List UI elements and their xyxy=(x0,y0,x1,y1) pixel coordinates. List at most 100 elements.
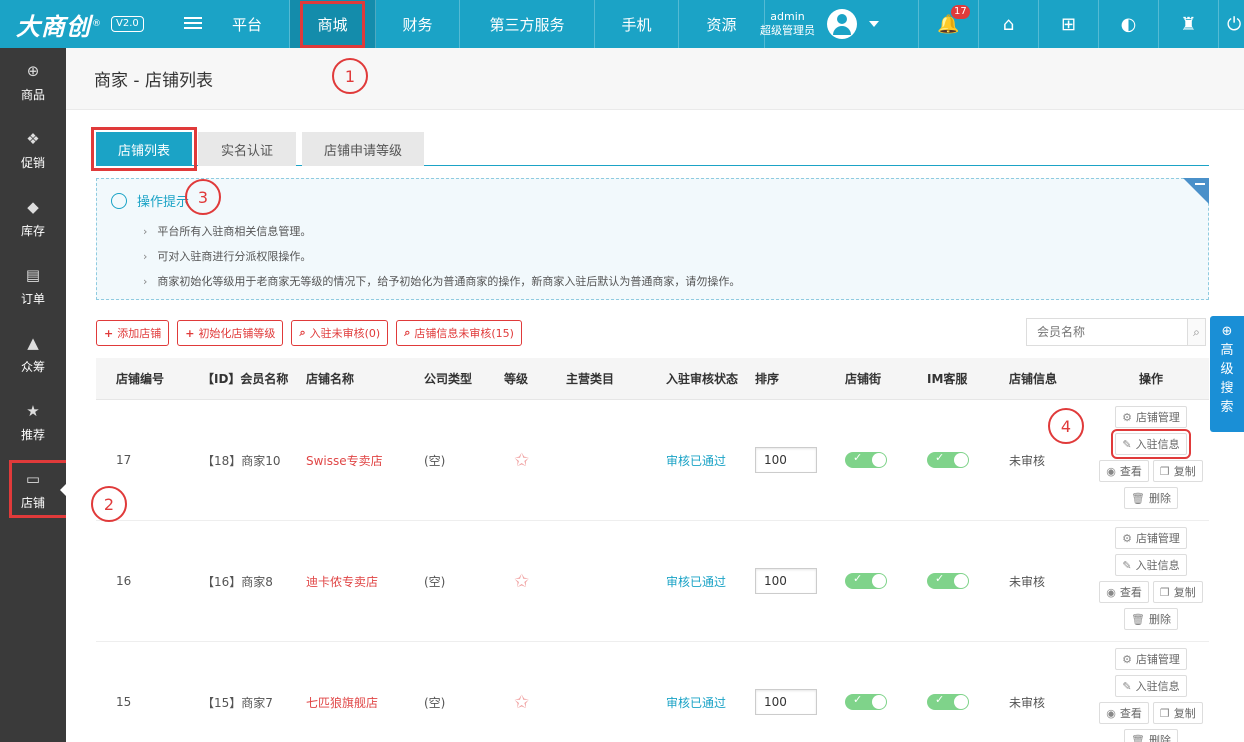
tip-item: 可对入驻商进行分派权限操作。 xyxy=(143,244,740,269)
join-info-button[interactable]: ✎ 入驻信息 xyxy=(1111,429,1191,459)
home-icon[interactable]: ⌂ xyxy=(978,0,1038,48)
tab-store-level[interactable]: 店铺申请等级 xyxy=(302,132,424,166)
tab-real-name[interactable]: 实名认证 xyxy=(198,132,296,166)
bell-icon[interactable]: 🔔 17 xyxy=(918,0,978,48)
toolbar: + 添加店铺 + 初始化店铺等级 ⌕ 入驻未审核(0) ⌕ 店铺信息未审核(15) xyxy=(96,320,530,346)
eye-icon: ◉ xyxy=(1106,585,1116,599)
chevron-down-icon[interactable] xyxy=(869,21,879,27)
menu-toggle-icon[interactable] xyxy=(184,17,202,31)
store-info-status: 未审核 xyxy=(1009,574,1046,589)
copy-button[interactable]: ❐ 复制 xyxy=(1152,460,1203,482)
copy-icon: ❐ xyxy=(1159,706,1170,720)
view-button[interactable]: ◉ 查看 xyxy=(1099,702,1149,724)
avatar[interactable] xyxy=(827,9,857,39)
view-button[interactable]: ◉ 查看 xyxy=(1099,460,1149,482)
notification-badge: 17 xyxy=(951,5,970,19)
sidebar-item-recommend[interactable]: ★ 推荐 xyxy=(0,388,66,456)
search-box: ⌕ xyxy=(1026,318,1206,346)
search-input[interactable] xyxy=(1027,319,1187,345)
trash-icon: 🗑 xyxy=(1131,733,1145,742)
copy-button[interactable]: ❐ 复制 xyxy=(1152,581,1203,603)
store-name-link[interactable]: 七匹狼旗舰店 xyxy=(306,696,378,710)
annotation-marker: 1 xyxy=(332,58,368,94)
nav-third-party[interactable]: 第三方服务 xyxy=(460,0,595,48)
gear-icon: ⚙ xyxy=(1122,410,1132,424)
store-street-toggle[interactable] xyxy=(845,693,887,710)
store-manage-button[interactable]: ⚙ 店铺管理 xyxy=(1115,406,1187,428)
tab-store-list[interactable]: 店铺列表 xyxy=(91,127,197,171)
registered-mark: ® xyxy=(92,19,101,29)
level-star-icon: ✩ xyxy=(514,570,530,592)
table-row: 17 【18】商家10 Swisse专卖店 (空) ✩ 审核已通过 未审核 ⚙店… xyxy=(96,400,1209,521)
im-service-toggle[interactable] xyxy=(927,693,969,710)
store-id: 16 xyxy=(116,574,132,588)
sort-input[interactable] xyxy=(755,689,817,715)
row-actions: ⚙ 店铺管理 ✎ 入驻信息 ◉ 查看 ❐ 复制 🗑 删除 xyxy=(1093,406,1209,514)
copy-icon: ❐ xyxy=(1159,464,1170,478)
search-icon: ⌕ xyxy=(404,326,411,339)
sort-input[interactable] xyxy=(755,447,817,473)
add-store-button[interactable]: + 添加店铺 xyxy=(96,320,170,346)
user-role: 超级管理员 xyxy=(760,24,815,37)
palette-icon[interactable]: ◐ xyxy=(1098,0,1158,48)
sitemap-icon[interactable]: ⊞ xyxy=(1038,0,1098,48)
audit-status-link[interactable]: 审核已通过 xyxy=(666,696,726,710)
sidebar-item-promotion[interactable]: ❖ 促销 xyxy=(0,116,66,184)
logo[interactable]: 大商创 ® V2.0 xyxy=(0,0,175,48)
sidebar-item-crowdfunding[interactable]: ▲ 众筹 xyxy=(0,320,66,388)
delete-button[interactable]: 🗑 删除 xyxy=(1124,729,1178,742)
store-manage-button[interactable]: ⚙ 店铺管理 xyxy=(1115,648,1187,670)
im-service-toggle[interactable] xyxy=(927,451,969,468)
audit-status-link[interactable]: 审核已通过 xyxy=(666,575,726,589)
edit-icon: ✎ xyxy=(1122,437,1132,451)
nav-resources[interactable]: 资源 xyxy=(679,0,765,48)
nav-finance[interactable]: 财务 xyxy=(376,0,460,48)
delete-button[interactable]: 🗑 删除 xyxy=(1124,487,1178,509)
advanced-search-button[interactable]: ⊕ 高级搜索 xyxy=(1210,316,1244,432)
member-name: 【15】商家7 xyxy=(202,695,273,710)
view-button[interactable]: ◉ 查看 xyxy=(1099,581,1149,603)
copy-button[interactable]: ❐ 复制 xyxy=(1152,702,1203,724)
store-name-link[interactable]: 迪卡侬专卖店 xyxy=(306,575,378,589)
lightbulb-icon xyxy=(111,192,127,209)
sidebar-item-orders[interactable]: ▤ 订单 xyxy=(0,252,66,320)
edit-icon: ✎ xyxy=(1122,558,1132,572)
sidebar-item-goods[interactable]: ⊕ 商品 xyxy=(0,48,66,116)
nav-platform[interactable]: 平台 xyxy=(205,0,290,48)
trash-icon: 🗑 xyxy=(1131,491,1145,505)
top-bar: 大商创 ® V2.0 平台 商城 财务 第三方服务 手机 资源 admin 超级… xyxy=(0,0,1244,48)
audit-status-link[interactable]: 审核已通过 xyxy=(666,454,726,468)
company-type: (空) xyxy=(424,695,446,710)
sort-input[interactable] xyxy=(755,568,817,594)
join-info-button[interactable]: ✎ 入驻信息 xyxy=(1115,675,1187,697)
delete-button[interactable]: 🗑 删除 xyxy=(1124,608,1178,630)
broom-icon[interactable]: ♜ xyxy=(1158,0,1218,48)
collapse-corner-icon[interactable] xyxy=(1183,178,1209,204)
row-actions: ⚙ 店铺管理 ✎ 入驻信息 ◉ 查看 ❐ 复制 🗑 删除 xyxy=(1093,648,1209,742)
join-info-button[interactable]: ✎ 入驻信息 xyxy=(1115,554,1187,576)
member-name: 【18】商家10 xyxy=(202,453,281,468)
im-service-toggle[interactable] xyxy=(927,572,969,589)
tips-title: 操作提示 xyxy=(111,191,189,210)
unreviewed-button[interactable]: ⌕ 入驻未审核(0) xyxy=(291,320,389,346)
store-info-status: 未审核 xyxy=(1009,453,1046,468)
store-manage-button[interactable]: ⚙ 店铺管理 xyxy=(1115,527,1187,549)
info-unreviewed-button[interactable]: ⌕ 店铺信息未审核(15) xyxy=(396,320,522,346)
sidebar-item-stock[interactable]: ◆ 库存 xyxy=(0,184,66,252)
nav-mobile[interactable]: 手机 xyxy=(595,0,679,48)
level-star-icon: ✩ xyxy=(514,449,530,471)
company-type: (空) xyxy=(424,453,446,468)
search-icon[interactable]: ⌕ xyxy=(1187,319,1205,345)
store-street-toggle[interactable] xyxy=(845,572,887,589)
row-actions: ⚙ 店铺管理 ✎ 入驻信息 ◉ 查看 ❐ 复制 🗑 删除 xyxy=(1093,527,1209,635)
nav-mall[interactable]: 商城 xyxy=(290,0,376,48)
tab-bar: 店铺列表 实名认证 店铺申请等级 xyxy=(91,127,1209,171)
user-menu[interactable]: admin 超级管理员 xyxy=(760,0,879,48)
plus-icon: + xyxy=(185,326,195,340)
annotation-marker: 4 xyxy=(1048,408,1084,444)
store-name-link[interactable]: Swisse专卖店 xyxy=(306,454,383,468)
store-street-toggle[interactable] xyxy=(845,451,887,468)
init-level-button[interactable]: + 初始化店铺等级 xyxy=(177,320,284,346)
power-icon[interactable]: ⏻ xyxy=(1218,0,1244,48)
sidebar-item-store[interactable]: ▭ 店铺 xyxy=(0,456,73,524)
